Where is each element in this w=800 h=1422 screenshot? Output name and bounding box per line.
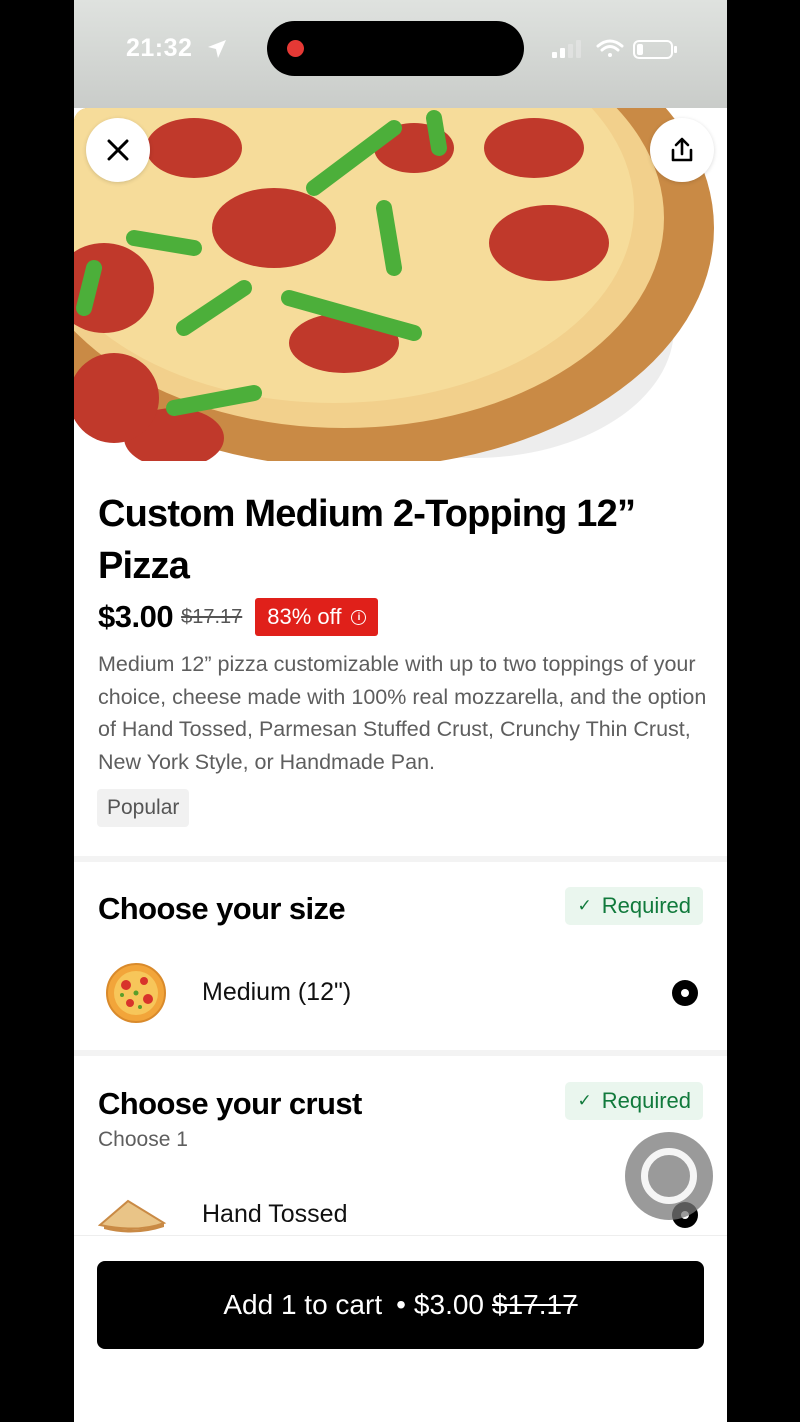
- size-section-title: Choose your size: [98, 891, 346, 926]
- bottom-bar: Add 1 to cart • $3.00 $17.17: [74, 1235, 727, 1422]
- discount-badge[interactable]: 83% off i: [255, 598, 379, 636]
- recording-indicator-icon: [287, 40, 304, 57]
- status-time: 21:32: [126, 34, 193, 62]
- size-radio-selected[interactable]: [672, 980, 698, 1006]
- crust-required-badge: ✓ Required: [565, 1082, 703, 1120]
- check-icon: ✓: [577, 896, 592, 915]
- separator-dot: •: [396, 1289, 406, 1320]
- share-icon: [671, 137, 693, 162]
- cart-price: $3.00: [413, 1289, 484, 1320]
- crust-section-subtitle: Choose 1: [98, 1128, 188, 1151]
- close-icon: [107, 139, 129, 161]
- item-description: Medium 12” pizza customizable with up to…: [98, 652, 707, 775]
- size-option-label: Medium (12"): [202, 978, 352, 1006]
- item-original-price: $17.17: [181, 605, 243, 628]
- close-button[interactable]: [86, 118, 150, 182]
- price-row: $3.00 $17.17 83% off i: [98, 597, 379, 637]
- crust-icon: [98, 1199, 167, 1233]
- wifi-icon: [596, 39, 624, 57]
- discount-label: 83% off: [267, 604, 342, 629]
- battery-icon: [633, 40, 677, 59]
- location-arrow-icon: [208, 40, 226, 58]
- section-divider: [74, 1050, 727, 1056]
- add-to-cart-label: Add 1 to cart: [223, 1289, 383, 1320]
- check-icon: ✓: [577, 1091, 592, 1110]
- popular-badge: Popular: [97, 789, 190, 827]
- crust-section-title: Choose your crust: [98, 1086, 362, 1121]
- item-price: $3.00: [98, 599, 174, 634]
- size-required-badge: ✓ Required: [565, 887, 703, 925]
- dynamic-island: [267, 21, 524, 76]
- phone-screen: 21:32 Custom Medium 2-Topping 12” Pizza …: [74, 0, 727, 1422]
- item-title: Custom Medium 2-Topping 12” Pizza: [98, 493, 636, 587]
- share-button[interactable]: [650, 118, 714, 182]
- status-icons: [552, 39, 677, 59]
- pizza-photo: [74, 108, 714, 461]
- assistive-touch-button[interactable]: [625, 1132, 713, 1220]
- section-divider: [74, 856, 727, 862]
- assistive-touch-icon: [641, 1148, 697, 1204]
- cart-original-price: $17.17: [492, 1289, 578, 1320]
- crust-option-label: Hand Tossed: [202, 1200, 348, 1228]
- signal-icon: [552, 40, 581, 58]
- add-to-cart-button[interactable]: Add 1 to cart • $3.00 $17.17: [97, 1261, 704, 1349]
- info-icon: i: [351, 609, 367, 625]
- required-label: Required: [601, 893, 691, 918]
- item-image: [74, 108, 727, 461]
- pizza-icon: [106, 963, 166, 1023]
- required-label: Required: [601, 1088, 691, 1113]
- status-bar: 21:32: [74, 0, 727, 108]
